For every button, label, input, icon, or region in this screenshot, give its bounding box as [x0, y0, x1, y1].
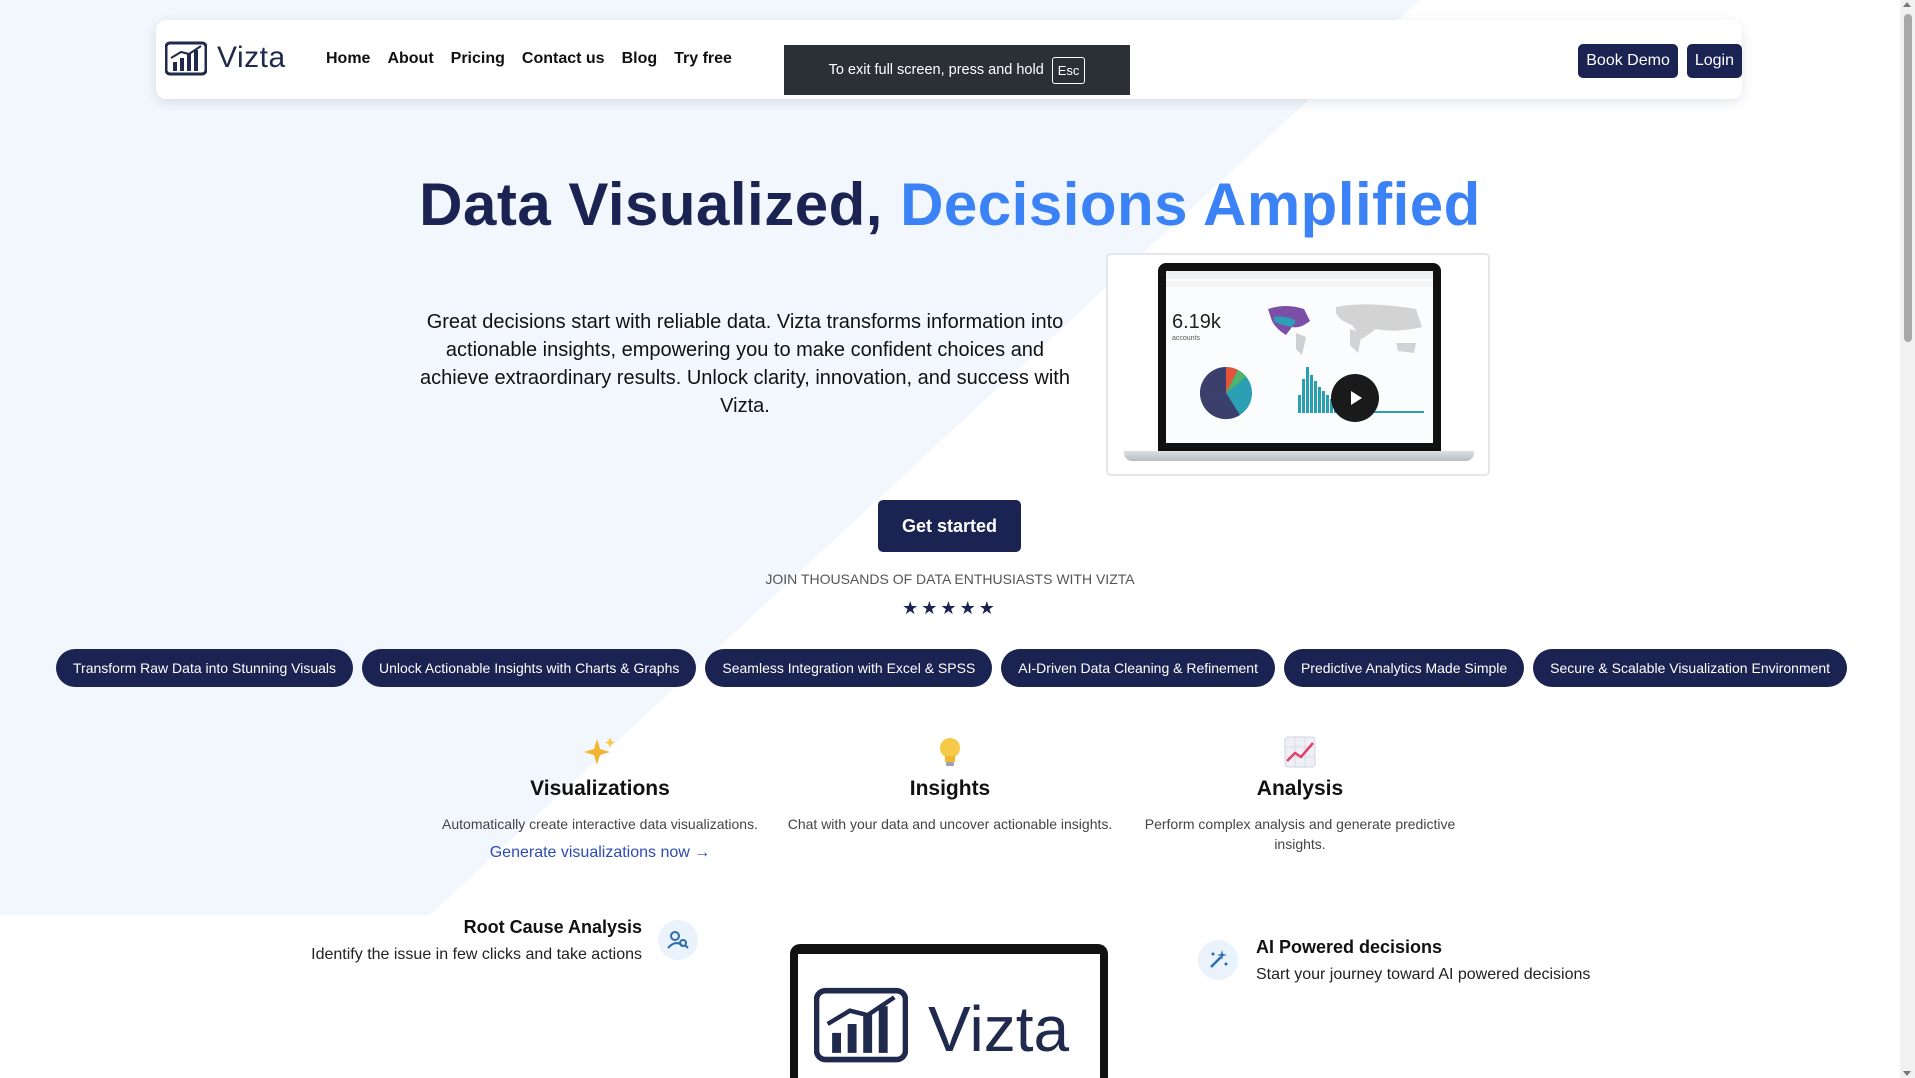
- video-preview-card[interactable]: 6.19k accounts: [1106, 253, 1490, 476]
- pill-secure-scalable[interactable]: Secure & Scalable Visualization Environm…: [1533, 649, 1848, 687]
- metric-label: accounts: [1172, 335, 1201, 342]
- scrollbar-thumb[interactable]: [1904, 14, 1912, 342]
- pill-predictive-analytics[interactable]: Predictive Analytics Made Simple: [1283, 649, 1525, 687]
- feature-title: Visualizations: [530, 777, 670, 800]
- nav-buttons: Book Demo Login: [1578, 44, 1742, 78]
- hero-description: Great decisions start with reliable data…: [420, 311, 1070, 417]
- login-button[interactable]: Login: [1686, 44, 1742, 78]
- fullscreen-toast-text: To exit full screen, press and hold: [828, 62, 1044, 78]
- nav-about[interactable]: About: [387, 50, 433, 68]
- magic-wand-icon: [1198, 940, 1238, 980]
- ai-powered-decisions: AI Powered decisions Start your journey …: [1256, 937, 1590, 984]
- feature-description: Perform complex analysis and generate pr…: [1144, 816, 1456, 852]
- nav-links: Home About Pricing Contact us Blog Try f…: [326, 50, 732, 68]
- laptop-screen: 6.19k accounts: [1158, 263, 1441, 453]
- pill-ai-data-cleaning[interactable]: AI-Driven Data Cleaning & Refinement: [1001, 649, 1275, 687]
- lightbulb-icon: [780, 735, 1120, 769]
- play-video-button[interactable]: [1331, 374, 1379, 422]
- root-cause-description: Identify the issue in few clicks and tak…: [311, 946, 642, 963]
- hero-title-dark: Data Visualized,: [419, 171, 883, 238]
- world-map-graphic: [1268, 304, 1422, 355]
- logo-chart-icon: [165, 41, 207, 76]
- bottom-logo-text: Vizta: [928, 993, 1070, 1065]
- book-demo-button[interactable]: Book Demo: [1578, 44, 1678, 78]
- nav-blog[interactable]: Blog: [622, 50, 658, 68]
- nav-pricing[interactable]: Pricing: [451, 50, 505, 68]
- star-rating: ★★★★★: [902, 598, 998, 618]
- pill-excel-spss-integration[interactable]: Seamless Integration with Excel & SPSS: [705, 649, 993, 687]
- feature-description: Chat with your data and uncover actionab…: [787, 816, 1113, 832]
- logo-chart-icon-large: [814, 987, 908, 1063]
- generate-visualizations-link[interactable]: Generate visualizations now →: [430, 844, 770, 862]
- navbar: Vizta Home About Pricing Contact us Blog…: [156, 20, 1742, 99]
- feature-insights: Insights Chat with your data and uncover…: [780, 735, 1120, 834]
- feature-title: Analysis: [1256, 777, 1344, 800]
- scroll-up-arrow-icon[interactable]: [1903, 2, 1911, 7]
- join-tagline: JOIN THOUSANDS OF DATA ENTHUSIASTS WITH …: [765, 571, 1135, 587]
- feature-title: Insights: [909, 777, 991, 800]
- nav-try-free[interactable]: Try free: [674, 50, 732, 68]
- pie-chart-graphic: [1200, 367, 1252, 420]
- hero-title-accent: Decisions Amplified: [900, 171, 1481, 238]
- fullscreen-exit-toast: To exit full screen, press and hold Esc: [784, 45, 1130, 95]
- play-icon: [1351, 391, 1362, 405]
- root-cause-analysis: Root Cause Analysis Identify the issue i…: [310, 917, 642, 964]
- get-started-button[interactable]: Get started: [878, 500, 1021, 552]
- nav-home[interactable]: Home: [326, 50, 370, 68]
- ai-decisions-title: AI Powered decisions: [1256, 937, 1443, 957]
- page-scrollbar[interactable]: [1900, 0, 1915, 1078]
- hero-title: Data Visualized, Decisions Amplified: [0, 170, 1900, 239]
- scroll-down-arrow-icon[interactable]: [1903, 1071, 1911, 1076]
- logo-text: Vizta: [217, 41, 286, 74]
- feature-description: Automatically create interactive data vi…: [442, 816, 758, 832]
- feature-visualizations: Visualizations Automatically create inte…: [430, 735, 770, 862]
- feature-analysis: Analysis Perform complex analysis and ge…: [1130, 735, 1470, 854]
- laptop-base: [1124, 451, 1474, 461]
- sparkles-icon: [430, 735, 770, 769]
- bottom-laptop-preview: Vizta: [790, 944, 1108, 1078]
- search-user-icon: [658, 920, 698, 960]
- logo[interactable]: Vizta: [165, 40, 286, 76]
- ai-decisions-description: Start your journey toward AI powered dec…: [1256, 966, 1591, 983]
- pill-transform-raw-data[interactable]: Transform Raw Data into Stunning Visuals: [56, 649, 354, 687]
- metric-value: 6.19k: [1172, 311, 1221, 333]
- pill-actionable-insights[interactable]: Unlock Actionable Insights with Charts &…: [362, 649, 697, 687]
- chart-trend-icon: [1130, 735, 1470, 769]
- nav-contact[interactable]: Contact us: [522, 50, 605, 68]
- esc-key-badge: Esc: [1051, 56, 1086, 84]
- feature-pills: Transform Raw Data into Stunning Visuals…: [56, 649, 1848, 687]
- root-cause-title: Root Cause Analysis: [463, 917, 642, 937]
- dashboard-preview: 6.19k accounts: [1166, 271, 1433, 443]
- bottom-laptop-screen: Vizta: [798, 954, 1100, 1078]
